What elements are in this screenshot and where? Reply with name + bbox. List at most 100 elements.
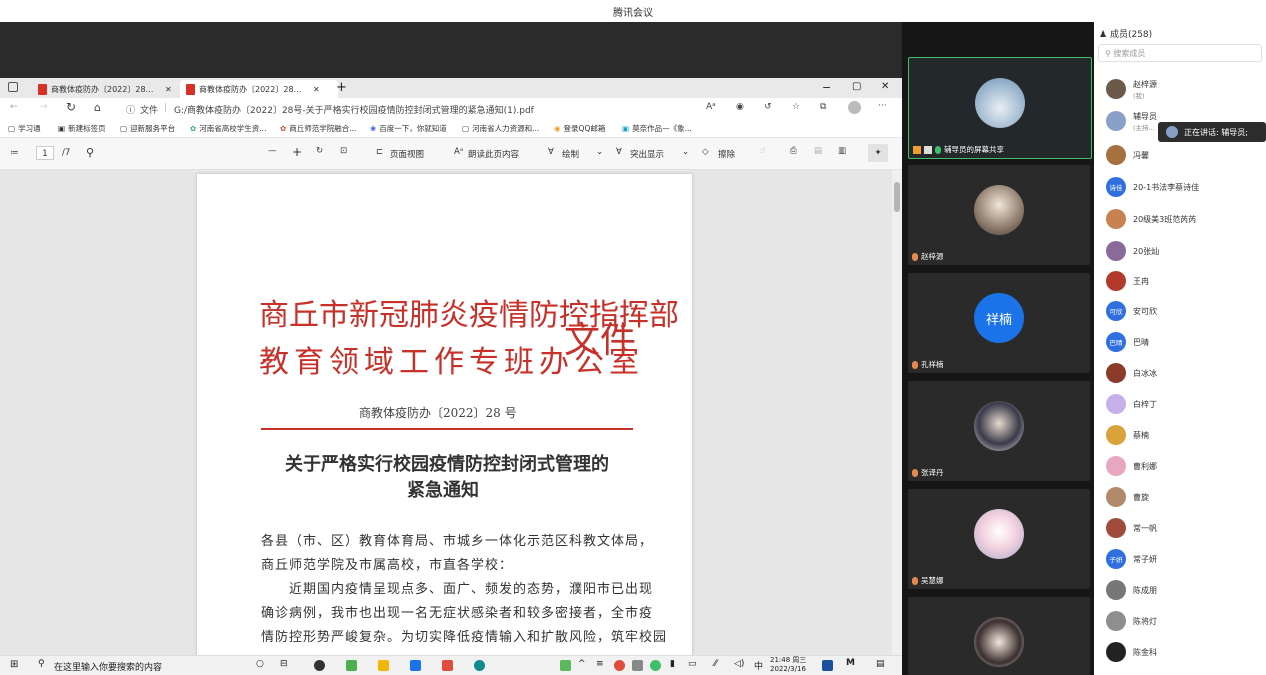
minimize-button[interactable]: − xyxy=(822,81,831,94)
tray-icon[interactable] xyxy=(632,660,643,671)
tab-pdf-2[interactable]: 商教体疫防办〔2022〕28号-关于 ✕ xyxy=(180,80,338,98)
sync-icon[interactable]: ↺ xyxy=(764,102,772,112)
bookmark-item[interactable]: ▢ 学习通 xyxy=(8,123,41,134)
app-icon[interactable] xyxy=(346,660,357,671)
member-row[interactable]: 白冰冰 xyxy=(1106,362,1266,384)
chevron-down-icon[interactable]: ⌄ xyxy=(682,147,689,157)
member-search-input[interactable]: ⚲ 搜索成员 xyxy=(1098,44,1262,62)
scrollbar-thumb[interactable] xyxy=(894,182,900,212)
home-icon[interactable]: ⌂ xyxy=(94,101,101,114)
search-icon[interactable]: ⚲ xyxy=(86,146,94,159)
tray-icon[interactable] xyxy=(650,660,661,671)
url-field[interactable]: G:/商教体疫防办〔2022〕28号-关于严格实行校园疫情防控封闭式管理的紧急通… xyxy=(174,103,554,116)
app-icon[interactable] xyxy=(442,660,453,671)
fit-page-icon[interactable]: ⊡ xyxy=(340,146,347,156)
back-icon[interactable]: ← xyxy=(10,102,18,112)
member-row[interactable]: 常一帆 xyxy=(1106,517,1266,539)
edge-icon[interactable] xyxy=(474,660,485,671)
network-icon[interactable]: ⁄⁄ xyxy=(714,659,717,669)
favorites-icon[interactable]: ☆ xyxy=(792,102,800,112)
save-icon[interactable]: ▤ xyxy=(814,146,822,156)
video-tile[interactable] xyxy=(908,597,1090,675)
pin-icon[interactable]: ✦ xyxy=(868,144,888,162)
file-explorer-icon[interactable] xyxy=(378,660,389,671)
read-mode-icon[interactable]: Aᵃ xyxy=(706,102,716,112)
maximize-button[interactable]: ▢ xyxy=(852,81,861,92)
zoom-in-button[interactable]: + xyxy=(292,145,302,159)
windows-start-icon[interactable]: ⊞ xyxy=(10,659,18,670)
bookmark-item[interactable]: ✿ 商丘师范学院融合... xyxy=(280,123,356,134)
more-icon[interactable]: ··· xyxy=(878,101,887,111)
page-number-input[interactable]: 1 xyxy=(36,146,54,160)
member-row[interactable]: 王冉 xyxy=(1106,270,1266,292)
video-tile[interactable]: 张译丹 xyxy=(908,381,1090,481)
member-row[interactable]: 冯馨 xyxy=(1106,144,1266,166)
member-row[interactable]: 白梓丁 xyxy=(1106,393,1266,415)
member-row[interactable]: 诗佳 20-1书法李蔡诗佳 xyxy=(1106,176,1266,198)
bookmark-item[interactable]: ▢ 迎新服务平台 xyxy=(120,123,175,134)
notification-icon[interactable]: ▤ xyxy=(876,659,885,669)
bookmark-item[interactable]: ❀ 百度一下，你就知道 xyxy=(370,123,447,134)
member-row[interactable]: 陈成朋 xyxy=(1106,579,1266,601)
zoom-out-button[interactable]: — xyxy=(268,146,277,156)
video-tile[interactable]: 辅导员的屏幕共享 xyxy=(908,57,1092,159)
read-aloud-button[interactable]: 朗读此页内容 xyxy=(468,148,519,160)
touch-icon[interactable]: ☝ xyxy=(760,146,765,156)
erase-button[interactable]: 擦除 xyxy=(718,148,735,160)
battery-icon[interactable]: ▭ xyxy=(688,659,697,669)
pdf-scrollbar[interactable] xyxy=(892,170,902,655)
new-tab-button[interactable]: + xyxy=(336,80,347,95)
member-row[interactable]: 20级美3班范芮芮 xyxy=(1106,208,1266,230)
print-icon[interactable]: ⎙ xyxy=(790,146,797,156)
mic-icon[interactable]: ▮ xyxy=(670,659,675,669)
draw-button[interactable]: 绘制 xyxy=(562,148,579,160)
page-view-button[interactable]: 页面视图 xyxy=(390,148,424,160)
tab-pdf-1[interactable]: 商教体疫防办〔2022〕28号-关于 ✕ xyxy=(32,80,190,98)
member-row[interactable]: 赵梓源 (我) xyxy=(1106,78,1266,100)
member-row[interactable]: 陈金科 xyxy=(1106,641,1266,663)
close-icon[interactable]: ✕ xyxy=(313,85,320,94)
member-row[interactable]: 曹利娜 xyxy=(1106,455,1266,477)
clock-date[interactable]: 2022/3/16 xyxy=(770,665,806,674)
member-row[interactable]: 可欣 安可欣 xyxy=(1106,300,1266,322)
chevron-down-icon[interactable]: ⌄ xyxy=(596,147,603,157)
tab-actions-icon[interactable] xyxy=(8,82,18,92)
collections-icon[interactable]: ⧉ xyxy=(820,102,826,112)
bookmark-item[interactable]: ▢ 河南省人力资源和... xyxy=(462,123,539,134)
tray-icon[interactable] xyxy=(560,660,571,671)
ime-indicator[interactable]: 中 xyxy=(754,659,763,672)
app-icon[interactable] xyxy=(410,660,421,671)
clock-time[interactable]: 21:48 周三 xyxy=(770,656,806,665)
tray-icon[interactable] xyxy=(614,660,625,671)
bookmark-item[interactable]: ▣ 新建标签页 xyxy=(58,123,106,134)
save-as-icon[interactable]: ▥ xyxy=(838,146,846,156)
member-row[interactable]: 巴晴 巴晴 xyxy=(1106,331,1266,353)
member-row[interactable]: 子妍 常子妍 xyxy=(1106,548,1266,570)
close-window-button[interactable]: ✕ xyxy=(881,81,889,92)
bookmark-item[interactable]: ▣ 莫奈作品—《象... xyxy=(622,123,692,134)
rotate-icon[interactable]: ↻ xyxy=(316,146,323,156)
volume-icon[interactable]: ◁) xyxy=(734,659,744,669)
member-row[interactable]: 陈将灯 xyxy=(1106,610,1266,632)
chevron-up-icon[interactable]: ^ xyxy=(578,659,586,669)
member-row[interactable]: 曹旋 xyxy=(1106,486,1266,508)
app-icon[interactable]: M xyxy=(846,658,855,668)
profile-icon[interactable] xyxy=(848,101,861,114)
highlight-button[interactable]: 突出显示 xyxy=(630,148,664,160)
bookmark-item[interactable]: ◉ 登录QQ邮箱 xyxy=(554,123,605,134)
close-icon[interactable]: ✕ xyxy=(165,85,172,94)
tray-icon[interactable]: ≡ xyxy=(596,659,604,669)
video-tile[interactable]: 赵梓源 xyxy=(908,165,1090,265)
member-row[interactable]: 蔡楠 xyxy=(1106,424,1266,446)
member-row[interactable]: 20张灿 xyxy=(1106,240,1266,262)
taskbar-search-input[interactable]: 在这里输入你要搜索的内容 xyxy=(54,660,162,673)
cortana-icon[interactable]: ○ xyxy=(256,659,264,669)
video-tile[interactable]: 祥楠 孔祥楠 xyxy=(908,273,1090,373)
refresh-icon[interactable]: ↻ xyxy=(66,100,76,114)
contents-icon[interactable]: ≔ xyxy=(10,148,19,158)
bookmark-item[interactable]: ✿ 河南省高校学生资... xyxy=(190,123,266,134)
video-tile[interactable]: 吴慧娜 xyxy=(908,489,1090,589)
forward-icon[interactable]: → xyxy=(40,102,48,112)
app-icon[interactable] xyxy=(314,660,325,671)
extension-icon[interactable]: ◉ xyxy=(736,102,744,112)
